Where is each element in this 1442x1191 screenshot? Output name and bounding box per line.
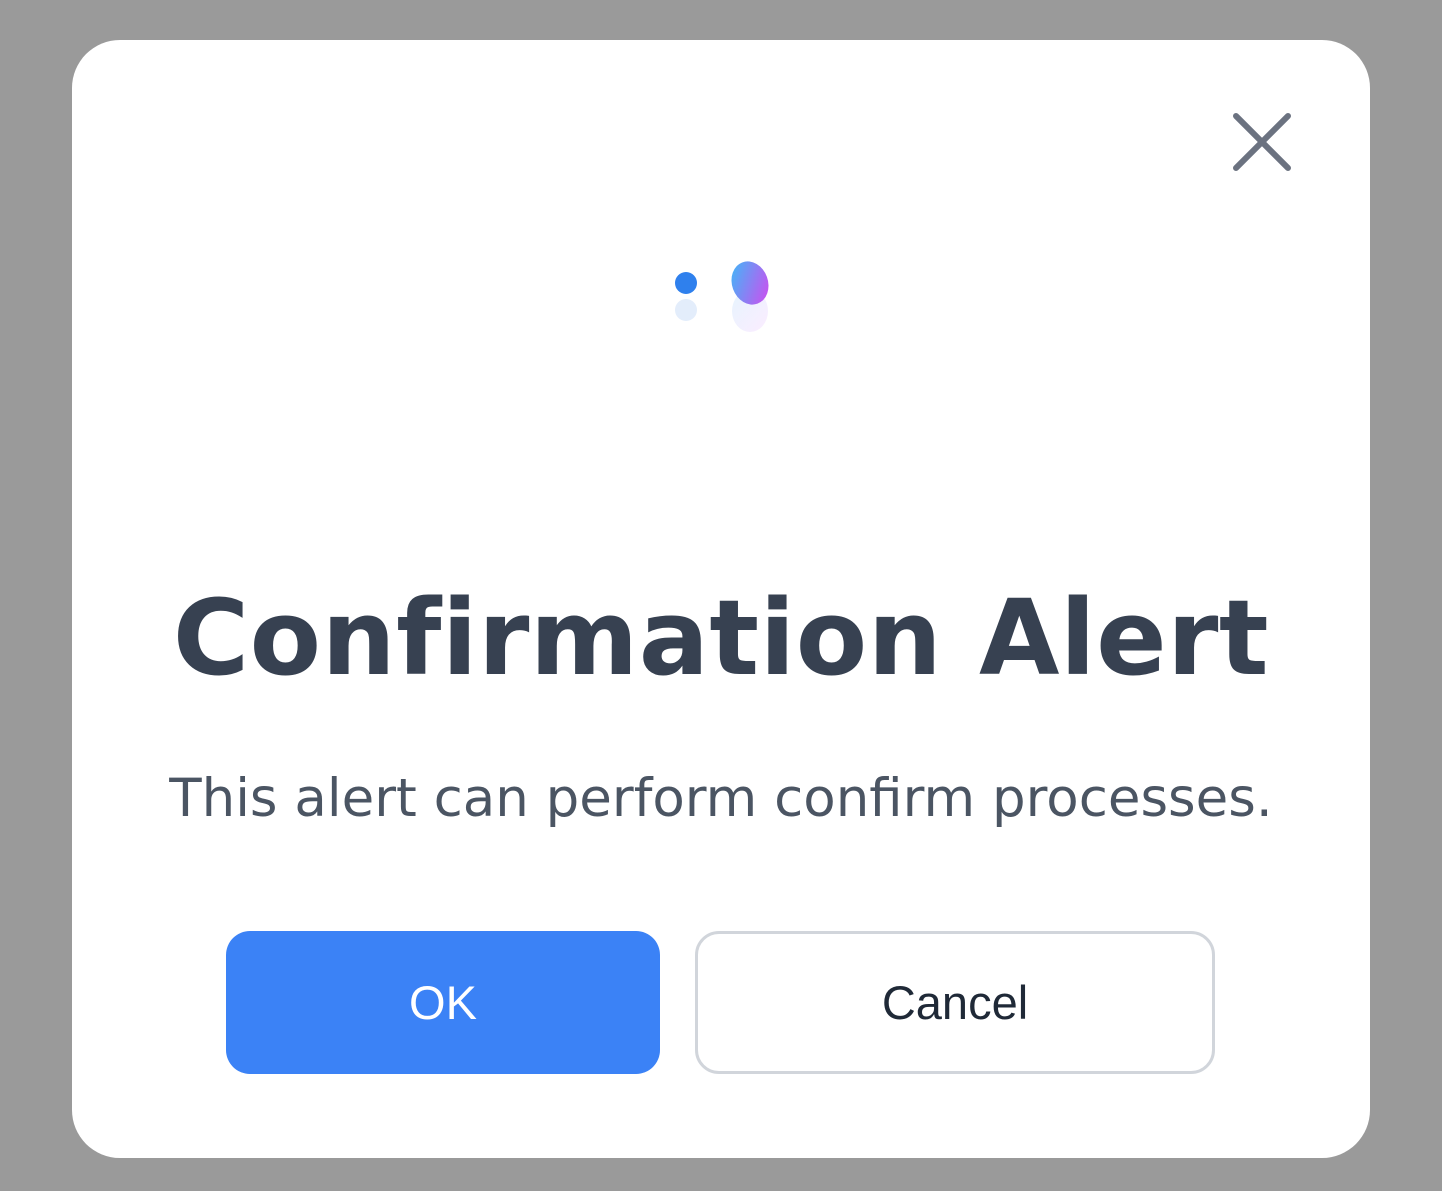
ok-button[interactable]: OK [226,931,660,1074]
confirmation-dialog: Confirmation Alert This alert can perfor… [72,40,1370,1158]
dialog-message: This alert can perform confirm processes… [169,768,1273,829]
cancel-button[interactable]: Cancel [695,931,1215,1074]
close-icon [1233,113,1291,171]
logo-blob [731,261,769,305]
logo-dot [675,272,697,294]
logo-dot-reflection [675,299,697,321]
dialog-title: Confirmation Alert [172,577,1270,699]
animated-dots-logo-icon [668,254,778,380]
close-button[interactable] [1230,110,1294,174]
